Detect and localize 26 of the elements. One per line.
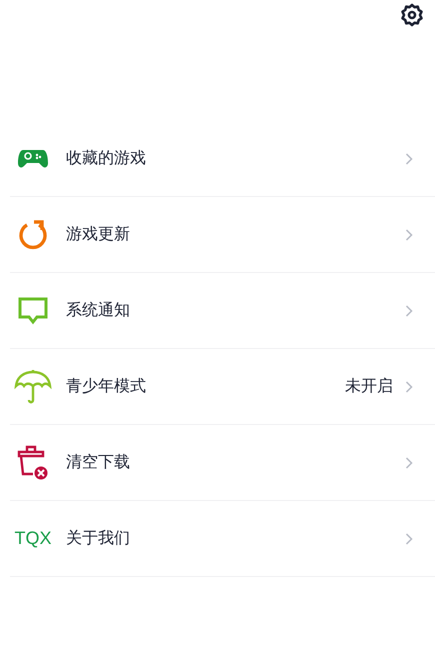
gamepad-icon <box>18 148 48 170</box>
menu-label: 青少年模式 <box>66 376 147 397</box>
menu-item[interactable]: 清空下载 <box>10 425 435 501</box>
menu-label: 游戏更新 <box>66 224 131 245</box>
chevron-icon <box>405 304 413 316</box>
chevron-icon <box>405 152 413 164</box>
refresh-icon <box>17 218 49 250</box>
menu-item[interactable]: 青少年模式 未开启 <box>10 349 435 425</box>
chevron-icon <box>405 532 413 544</box>
chevron-icon <box>405 228 413 240</box>
menu-item[interactable]: TQX 关于我们 <box>10 501 435 577</box>
menu-item[interactable]: 系统通知 <box>10 273 435 349</box>
menu-label: 关于我们 <box>66 528 131 549</box>
menu-label: 收藏的游戏 <box>66 148 147 169</box>
trash-icon <box>17 444 49 480</box>
menu-label: 系统通知 <box>66 300 131 321</box>
chevron-icon <box>405 456 413 468</box>
menu-item[interactable]: 收藏的游戏 <box>10 121 435 197</box>
logo: TQX <box>14 528 52 549</box>
menu-label: 清空下载 <box>66 452 131 473</box>
settings-icon[interactable] <box>400 3 424 27</box>
menu-item[interactable]: 游戏更新 <box>10 197 435 273</box>
umbrella-icon <box>14 368 52 404</box>
message-icon <box>18 296 48 324</box>
status-text: 未开启 <box>345 376 393 397</box>
chevron-icon <box>405 380 413 392</box>
